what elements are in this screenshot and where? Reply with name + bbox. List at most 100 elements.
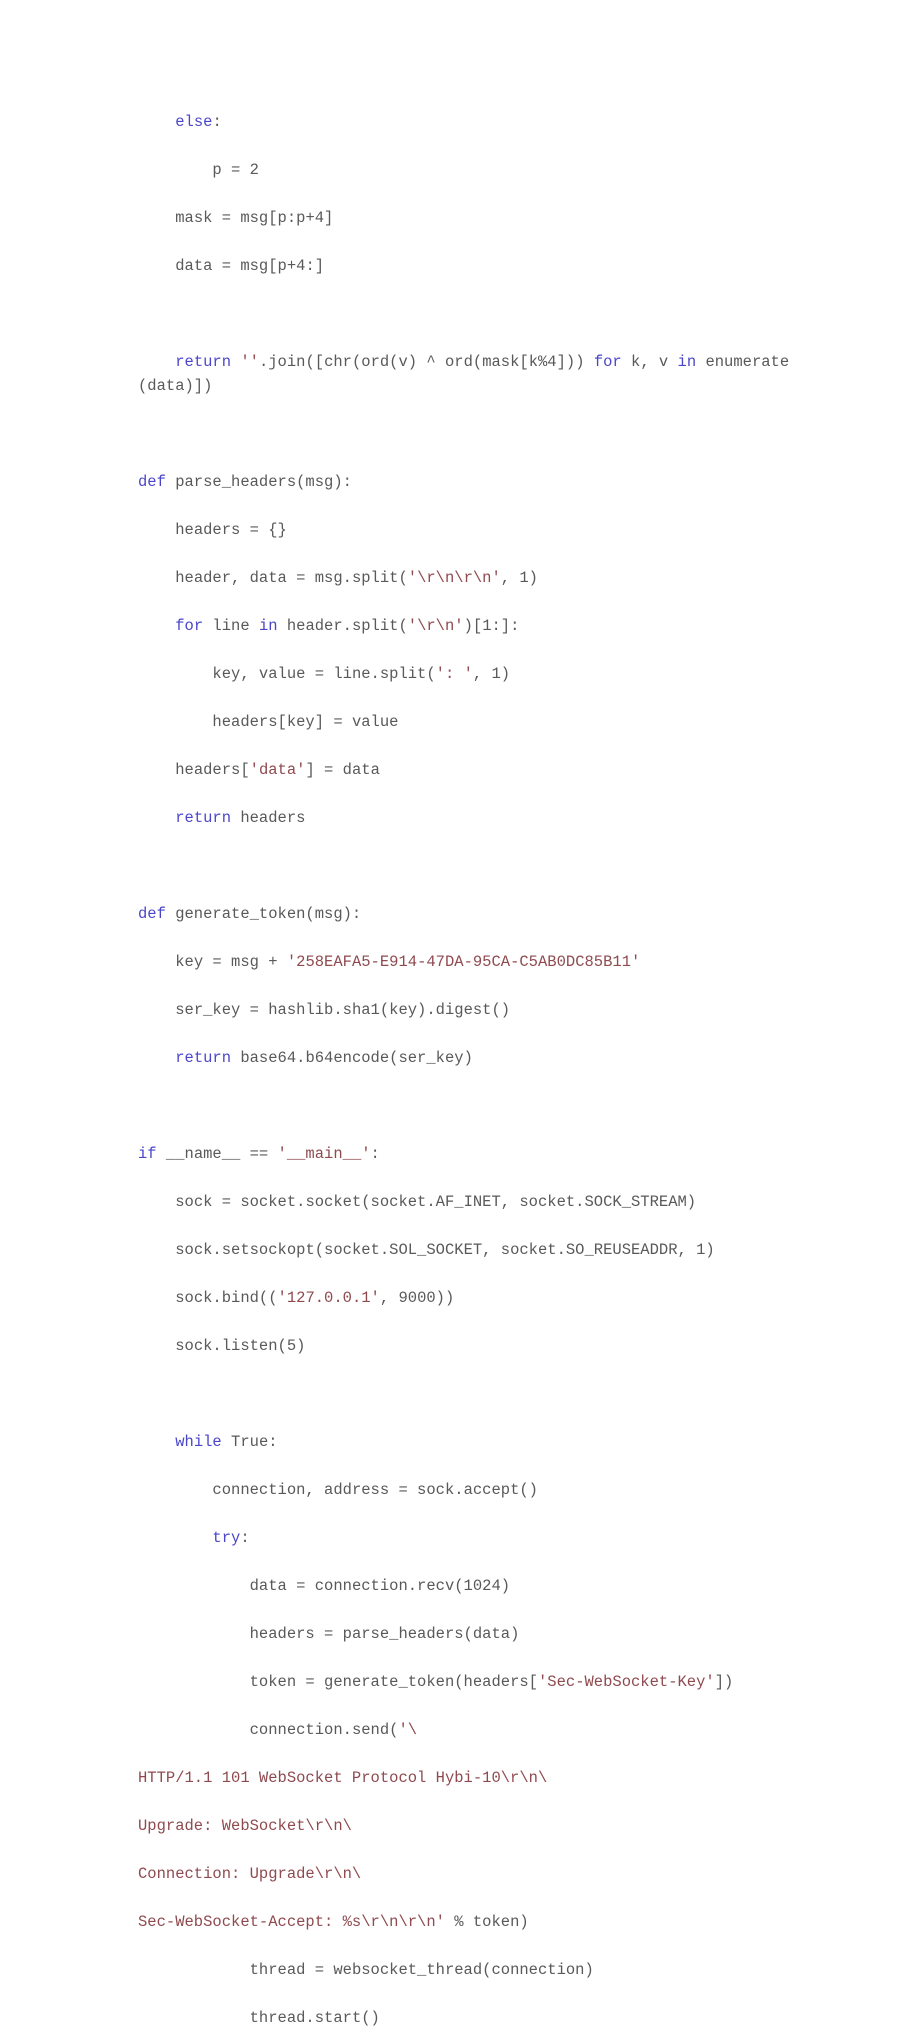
code-token-id: ser_key = hashlib.sha1(key).digest() <box>138 1001 511 1019</box>
code-line: key = msg + '258EAFA5-E914-47DA-95CA-C5A… <box>138 950 794 974</box>
code-token-str: Connection: Upgrade\r\n\ <box>138 1865 362 1883</box>
code-line: else: <box>138 110 794 134</box>
code-token-id <box>231 353 240 371</box>
code-token-kw: else <box>138 113 213 131</box>
code-token-kw: while <box>138 1433 222 1451</box>
code-token-id: data = connection.recv(1024) <box>138 1577 511 1595</box>
code-token-kw: if <box>138 1145 157 1163</box>
code-token-id: generate_token(msg): <box>165 905 362 923</box>
code-line: return base64.b64encode(ser_key) <box>138 1046 794 1070</box>
code-token-kw: return <box>138 353 232 371</box>
code-token-id: line <box>203 617 259 635</box>
code-token-id: data = msg[p+4:] <box>138 257 325 275</box>
code-line: data = connection.recv(1024) <box>138 1574 794 1598</box>
code-line: return headers <box>138 806 794 830</box>
code-token-id: , 9000)) <box>379 1289 455 1307</box>
code-line: headers['data'] = data <box>138 758 794 782</box>
code-token-id: True: <box>221 1433 278 1451</box>
code-token-id: headers = parse_headers(data) <box>138 1625 520 1643</box>
code-token-str: HTTP/1.1 101 WebSocket Protocol Hybi-10\… <box>138 1769 548 1787</box>
code-token-id: , 1) <box>500 569 538 587</box>
code-line: connection.send('\ <box>138 1718 794 1742</box>
code-line: Sec-WebSocket-Accept: %s\r\n\r\n' % toke… <box>138 1910 794 1934</box>
code-token-kw: return <box>138 809 232 827</box>
code-token-str: '\r\n' <box>407 617 464 635</box>
code-token-kw: in <box>677 353 697 371</box>
code-line: return ''.join([chr(ord(v) ^ ord(mask[k%… <box>138 350 794 398</box>
code-token-id: key = msg + <box>138 953 287 971</box>
code-line: def generate_token(msg): <box>138 902 794 926</box>
code-token-id: ] = data <box>305 761 380 779</box>
code-token-id: connection, address = sock.accept() <box>138 1481 538 1499</box>
code-token-id: thread.start() <box>138 2009 380 2027</box>
code-line: HTTP/1.1 101 WebSocket Protocol Hybi-10\… <box>138 1766 794 1790</box>
code-token-id: sock = socket.socket(socket.AF_INET, soc… <box>138 1193 697 1211</box>
code-token-id: header, data = msg.split( <box>138 569 408 587</box>
code-token-id: )[1:]: <box>463 617 520 635</box>
code-line: headers = {} <box>138 518 794 542</box>
code-token-id: mask = msg[p:p+4] <box>138 209 334 227</box>
code-token-str: 'Sec-WebSocket-Key' <box>537 1673 715 1691</box>
code-line: headers[key] = value <box>138 710 794 734</box>
code-token-id: base64.b64encode(ser_key) <box>231 1049 473 1067</box>
code-token-id: headers[key] = value <box>138 713 399 731</box>
code-token-str: Sec-WebSocket-Accept: %s\r\n\r\n' <box>138 1913 445 1931</box>
code-line: mask = msg[p:p+4] <box>138 206 794 230</box>
code-token-id: p = 2 <box>138 161 259 179</box>
code-token-kw: return <box>138 1049 232 1067</box>
code-line: sock.setsockopt(socket.SOL_SOCKET, socke… <box>138 1238 794 1262</box>
document-page: else: p = 2 mask = msg[p:p+4] data = msg… <box>0 0 920 2027</box>
code-token-id: sock.bind(( <box>138 1289 278 1307</box>
code-token-str: '' <box>240 353 259 371</box>
code-token-kw: in <box>258 617 278 635</box>
code-token-id: k, v <box>621 353 678 371</box>
code-token-kw: for <box>593 353 622 371</box>
code-line: p = 2 <box>138 158 794 182</box>
code-line: ser_key = hashlib.sha1(key).digest() <box>138 998 794 1022</box>
code-line: while True: <box>138 1430 794 1454</box>
code-token-str: '258EAFA5-E914-47DA-95CA-C5AB0DC85B11' <box>286 953 641 971</box>
code-token-kw: def <box>138 905 166 923</box>
code-token-id: connection.send( <box>138 1721 399 1739</box>
code-line: try: <box>138 1526 794 1550</box>
code-line: thread = websocket_thread(connection) <box>138 1958 794 1982</box>
code-token-id: , 1) <box>472 665 511 683</box>
code-token-id: : <box>240 1529 250 1547</box>
code-token-str: '\ <box>398 1721 418 1739</box>
code-token-str: '\r\n\r\n' <box>407 569 501 587</box>
code-token-id: % token) <box>444 1913 529 1931</box>
code-token-id: sock.listen(5) <box>138 1337 306 1355</box>
code-token-str: ': ' <box>435 665 473 683</box>
code-token-id: token = generate_token(headers[ <box>138 1673 538 1691</box>
code-token-str: '127.0.0.1' <box>277 1289 380 1307</box>
code-line: Upgrade: WebSocket\r\n\ <box>138 1814 794 1838</box>
code-token-id: : <box>212 113 222 131</box>
code-line: data = msg[p+4:] <box>138 254 794 278</box>
code-token-id: key, value = line.split( <box>138 665 436 683</box>
code-token-kw: for <box>138 617 204 635</box>
code-token-id: sock.setsockopt(socket.SOL_SOCKET, socke… <box>138 1241 715 1259</box>
code-line: connection, address = sock.accept() <box>138 1478 794 1502</box>
code-token-id: : <box>370 1145 380 1163</box>
code-token-id: parse_headers(msg): <box>165 473 352 491</box>
code-token-id: .join([chr(ord(v) ^ ord(mask[k%4])) <box>258 353 594 371</box>
code-line: sock = socket.socket(socket.AF_INET, soc… <box>138 1190 794 1214</box>
code-line: token = generate_token(headers['Sec-WebS… <box>138 1670 794 1694</box>
code-token-id: ]) <box>714 1673 734 1691</box>
code-line: header, data = msg.split('\r\n\r\n', 1) <box>138 566 794 590</box>
code-line: def parse_headers(msg): <box>138 470 794 494</box>
code-token-id: headers = {} <box>138 521 287 539</box>
code-token-str: Upgrade: WebSocket\r\n\ <box>138 1817 352 1835</box>
code-line: sock.listen(5) <box>138 1334 794 1358</box>
code-line: thread.start() <box>138 2006 794 2030</box>
code-line: key, value = line.split(': ', 1) <box>138 662 794 686</box>
code-line: if __name__ == '__main__': <box>138 1142 794 1166</box>
code-token-id: thread = websocket_thread(connection) <box>138 1961 594 1979</box>
code-token-str: '__main__' <box>277 1145 371 1163</box>
code-line: sock.bind(('127.0.0.1', 9000)) <box>138 1286 794 1310</box>
code-line: Connection: Upgrade\r\n\ <box>138 1862 794 1886</box>
